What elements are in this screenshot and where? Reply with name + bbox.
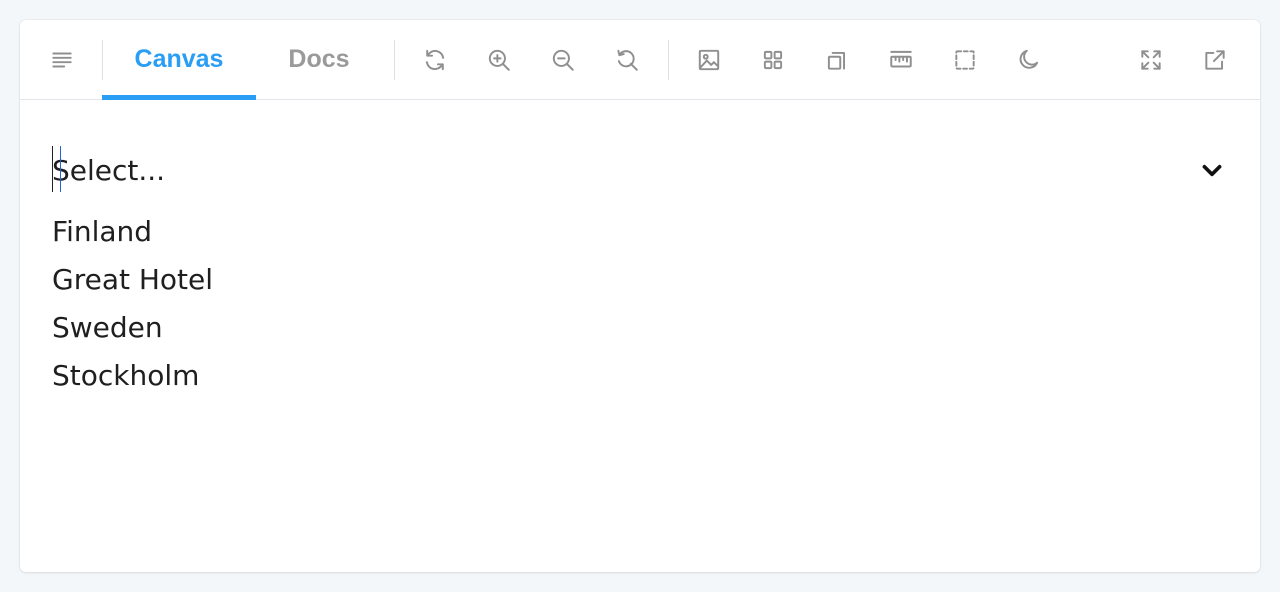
refresh-icon[interactable] [419,44,451,76]
outline-icon[interactable] [821,44,853,76]
tab-docs-label: Docs [288,45,350,73]
text-cursor [60,146,61,192]
text-cursor [52,146,53,192]
toolbar-divider [394,40,395,80]
dark-mode-icon[interactable] [1013,44,1045,76]
zoom-in-icon[interactable] [483,44,515,76]
tab-canvas-label: Canvas [134,45,224,73]
align-left-icon[interactable] [46,44,78,76]
select-option-sweden[interactable]: Sweden [52,304,652,352]
fullscreen-icon[interactable] [1135,44,1167,76]
chevron-down-icon[interactable] [1196,154,1228,186]
select-placeholder: Select... [52,153,166,187]
zoom-out-icon[interactable] [547,44,579,76]
select-input[interactable]: Select... [52,144,165,196]
select-options-list: Finland Great Hotel Sweden Stockholm [52,208,652,400]
canvas-panel: Canvas Docs Select... Finland Great Hote… [20,20,1260,572]
toolbar: Canvas Docs [20,20,1260,100]
ruler-icon[interactable] [885,44,917,76]
select-option-finland[interactable]: Finland [52,208,652,256]
measure-icon[interactable] [949,44,981,76]
select-dropdown[interactable]: Select... [52,144,1228,196]
toolbar-divider [668,40,669,80]
tab-canvas[interactable]: Canvas [102,20,256,100]
select-option-great-hotel[interactable]: Great Hotel [52,256,652,304]
canvas-content: Select... Finland Great Hotel Sweden Sto… [20,100,1260,572]
select-option-stockholm[interactable]: Stockholm [52,352,652,400]
open-external-icon[interactable] [1199,44,1231,76]
reset-zoom-icon[interactable] [611,44,643,76]
tab-docs[interactable]: Docs [256,20,382,99]
grid-icon[interactable] [757,44,789,76]
image-icon[interactable] [693,44,725,76]
